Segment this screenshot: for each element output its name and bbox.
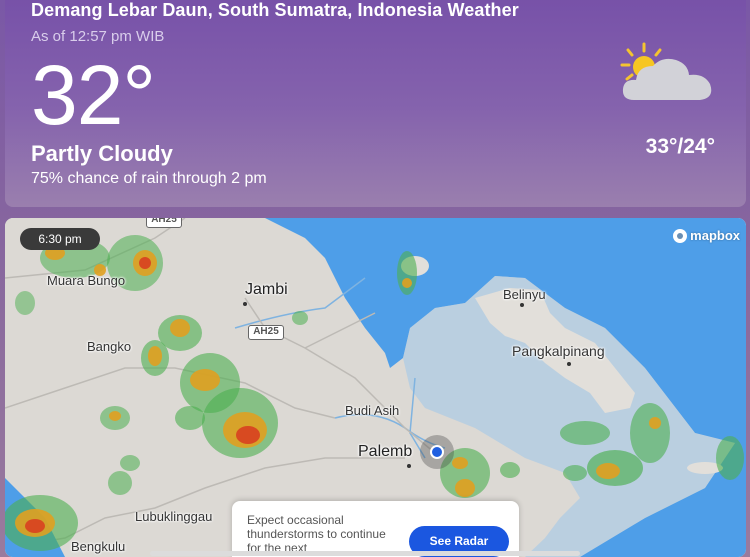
radar-time-chip[interactable]: 6:30 pm [20,228,100,250]
partly-cloudy-icon [620,42,712,100]
condition-label: Partly Cloudy [31,141,173,166]
as-of-timestamp: As of 12:57 pm WIB [31,28,165,45]
rain-chance-text: 75% chance of rain through 2 pm [31,170,267,187]
location-dot [430,445,444,459]
road-shield-ah25: AH25 [146,218,182,228]
road-shield-ah25: AH25 [248,325,284,340]
current-temperature: 32° [31,48,156,142]
mapbox-attribution[interactable]: mapbox [673,228,740,243]
mapbox-logo-icon [673,228,688,243]
city-label: Palemb [358,443,413,460]
horizontal-scrollbar[interactable] [0,549,750,557]
location-title: Demang Lebar Daun, South Sumatra, Indone… [31,0,519,20]
city-label: Budi Asih [345,403,400,418]
city-marker [243,302,247,306]
city-label: Muara Bungo [47,273,126,288]
city-label: Bangko [87,339,132,354]
city-marker [407,464,411,468]
high-low-temperature: 33°/24° [645,135,715,158]
city-label: Jambi [245,281,288,298]
city-marker [520,303,524,307]
current-location-marker [420,435,454,469]
city-label: Pangkalpinang [512,343,605,359]
city-label: Lubuklinggau [135,509,213,524]
mapbox-label: mapbox [690,228,740,243]
city-label: Belinyu [503,287,546,302]
city-marker [567,362,571,366]
scrollbar-thumb[interactable] [150,551,580,556]
